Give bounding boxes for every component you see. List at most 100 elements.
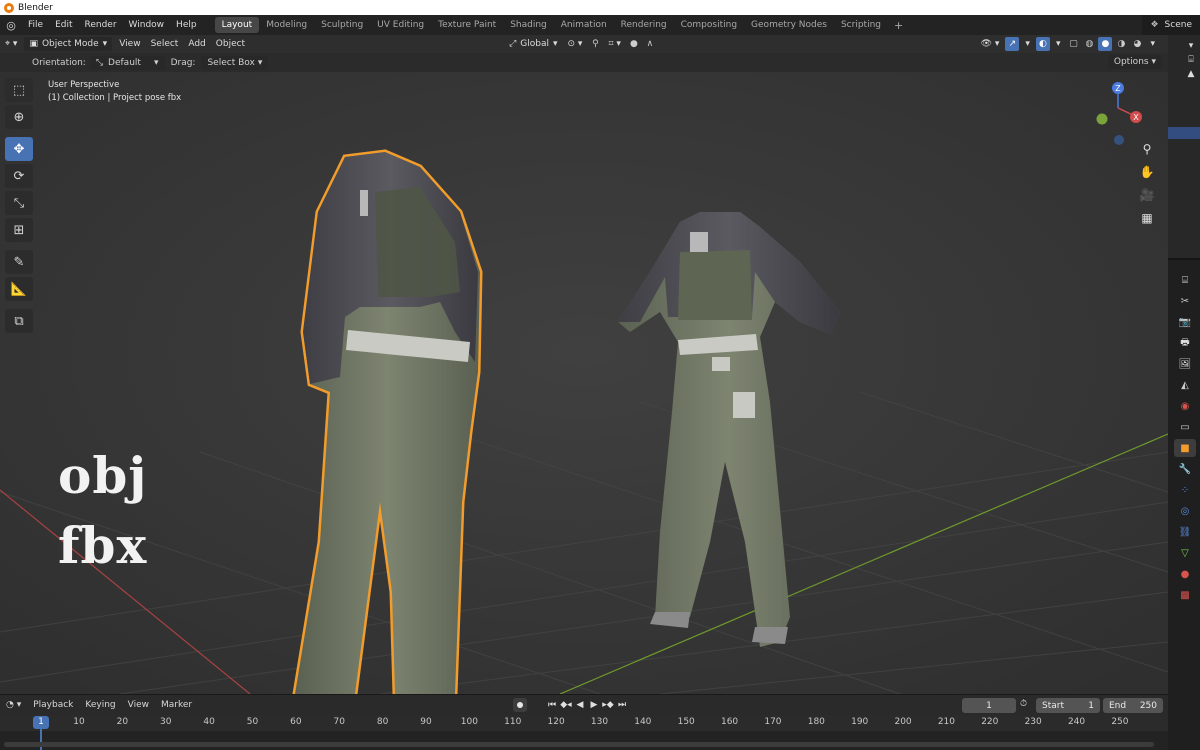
tab-animation[interactable]: Animation <box>554 17 614 33</box>
gizmo-toggle-icon[interactable]: ↗ <box>1005 37 1020 51</box>
object-menu[interactable]: Object <box>211 37 250 51</box>
record-button[interactable] <box>513 698 527 712</box>
menu-file[interactable]: File <box>22 15 49 35</box>
editor-type-icon[interactable]: ⌸ <box>1174 271 1196 289</box>
cursor-tool-icon[interactable]: ⊕ <box>5 105 33 129</box>
proportional-edit-icon[interactable]: ● <box>627 37 641 51</box>
end-frame-field[interactable]: End 250 <box>1103 698 1163 713</box>
object-properties-icon[interactable]: ■ <box>1174 439 1196 457</box>
start-frame-field[interactable]: Start 1 <box>1036 698 1100 713</box>
playback-menu[interactable]: Playback <box>27 700 79 710</box>
orientation-dropdown[interactable]: ⤡ Default ▾ <box>89 55 165 70</box>
drag-dropdown[interactable]: Select Box ▾ <box>201 55 269 70</box>
play-reverse-icon[interactable]: ◀ <box>573 698 587 712</box>
material-properties-icon[interactable]: ● <box>1174 565 1196 583</box>
add-workspace-button[interactable]: + <box>888 19 909 32</box>
jump-start-icon[interactable]: ⏮ <box>545 698 559 712</box>
move-tool-icon[interactable]: ✥ <box>5 137 33 161</box>
gizmo-options-button[interactable]: ▾ <box>1020 37 1035 51</box>
scale-tool-icon[interactable]: ⤡ <box>5 191 33 215</box>
tab-shading[interactable]: Shading <box>503 17 554 33</box>
particles-properties-icon[interactable]: ⁘ <box>1174 481 1196 499</box>
keying-menu[interactable]: Keying <box>79 700 121 710</box>
render-properties-icon[interactable]: 📷 <box>1174 313 1196 331</box>
playhead-frame-indicator[interactable]: 1 <box>33 716 49 729</box>
timeline-editor-icon[interactable]: ◔ ▾ <box>0 700 27 710</box>
tab-modeling[interactable]: Modeling <box>259 17 314 33</box>
tab-layout[interactable]: Layout <box>214 17 260 33</box>
current-frame-field[interactable]: 1 <box>962 698 1016 713</box>
add-menu[interactable]: Add <box>183 37 210 51</box>
wireframe-shading-icon[interactable]: ◍ <box>1082 37 1096 51</box>
rendered-shading-icon[interactable]: ◕ <box>1130 37 1144 51</box>
camera-view-icon[interactable]: 🎥 <box>1138 186 1156 204</box>
add-cube-tool-icon[interactable]: ⧉ <box>5 309 33 333</box>
measure-tool-icon[interactable]: 📐 <box>5 277 33 301</box>
tab-rendering[interactable]: Rendering <box>614 17 674 33</box>
tab-scripting[interactable]: Scripting <box>834 17 888 33</box>
transform-tool-icon[interactable]: ⊞ <box>5 218 33 242</box>
view-menu[interactable]: View <box>114 37 145 51</box>
falloff-icon[interactable]: ∧ <box>643 37 657 51</box>
tool-properties-icon[interactable]: ✂ <box>1174 292 1196 310</box>
select-box-tool-icon[interactable]: ⬚ <box>5 78 33 102</box>
overlays-options-button[interactable]: ▾ <box>1051 37 1066 51</box>
timeline-scrollbar[interactable] <box>4 742 1154 747</box>
collection-properties-icon[interactable]: ▭ <box>1174 418 1196 436</box>
next-keyframe-icon[interactable]: ▸◆ <box>601 698 615 712</box>
blender-menu-icon[interactable]: ◎ <box>0 15 22 35</box>
scene-selector[interactable]: ❖ Scene <box>1142 15 1200 35</box>
outliner-selected-row[interactable] <box>1168 127 1200 139</box>
prev-keyframe-icon[interactable]: ◆◂ <box>559 698 573 712</box>
outliner-panel[interactable]: ▾ ⌸ ▲ <box>1168 35 1200 260</box>
tab-uv-editing[interactable]: UV Editing <box>370 17 431 33</box>
transform-orientation-dropdown[interactable]: ⤢ Global ▾ <box>504 37 562 51</box>
snap-options-button[interactable]: ⌗ ▾ <box>603 37 625 51</box>
tab-geometry-nodes[interactable]: Geometry Nodes <box>744 17 834 33</box>
annotate-tool-icon[interactable]: ✎ <box>5 250 33 274</box>
shading-options-button[interactable]: ▾ <box>1145 37 1160 51</box>
menu-window[interactable]: Window <box>123 15 171 35</box>
material-shading-icon[interactable]: ◑ <box>1114 37 1128 51</box>
data-properties-icon[interactable]: ▽ <box>1174 544 1196 562</box>
tab-texture-paint[interactable]: Texture Paint <box>431 17 503 33</box>
zoom-icon[interactable]: ⚲ <box>1138 140 1156 158</box>
world-properties-icon[interactable]: ◉ <box>1174 397 1196 415</box>
mode-dropdown[interactable]: ▣ Object Mode ▾ <box>24 37 113 51</box>
scene-properties-icon[interactable]: ◭ <box>1174 376 1196 394</box>
physics-properties-icon[interactable]: ◎ <box>1174 502 1196 520</box>
timeline[interactable]: 10 20 30 40 50 60 70 80 90 100 110 120 130 140 150 160 1… <box>0 715 1168 750</box>
marker-menu[interactable]: Marker <box>155 700 198 710</box>
options-dropdown[interactable]: Options ▾ <box>1107 55 1162 69</box>
pivot-point-button[interactable]: ⊙ ▾ <box>563 37 588 51</box>
solid-shading-icon[interactable]: ● <box>1098 37 1113 51</box>
select-menu[interactable]: Select <box>146 37 184 51</box>
filter-icon[interactable]: ⌸ <box>1184 55 1198 67</box>
modifier-properties-icon[interactable]: 🔧 <box>1174 460 1196 478</box>
snap-icon[interactable]: ⚲ <box>588 37 602 51</box>
xray-toggle-icon[interactable]: ▢ <box>1066 37 1080 51</box>
play-icon[interactable]: ▶ <box>587 698 601 712</box>
menu-edit[interactable]: Edit <box>49 15 78 35</box>
tab-sculpting[interactable]: Sculpting <box>314 17 370 33</box>
constraints-properties-icon[interactable]: ⛓ <box>1174 523 1196 541</box>
timeline-view-menu[interactable]: View <box>122 700 155 710</box>
menu-help[interactable]: Help <box>170 15 203 35</box>
tab-compositing[interactable]: Compositing <box>674 17 744 33</box>
frame-ruler[interactable]: 10 20 30 40 50 60 70 80 90 100 110 120 130 140 150 160 1… <box>0 715 1168 731</box>
jump-end-icon[interactable]: ⏭ <box>615 698 629 712</box>
3d-viewport[interactable]: User Perspective (1) Collection | Projec… <box>0 72 1168 694</box>
rotate-tool-icon[interactable]: ⟳ <box>5 164 33 188</box>
menu-render[interactable]: Render <box>79 15 123 35</box>
visibility-button[interactable]: 👁 ▾ <box>976 37 1005 51</box>
ortho-grid-icon[interactable]: ▦ <box>1138 209 1156 227</box>
clock-icon[interactable]: ⏱ <box>1020 699 1027 709</box>
pan-hand-icon[interactable]: ✋ <box>1138 163 1156 181</box>
outliner-display-icon[interactable]: ▾ <box>1184 41 1198 53</box>
scroll-up-icon[interactable]: ▲ <box>1184 69 1198 81</box>
output-properties-icon[interactable]: 🖶 <box>1174 334 1196 352</box>
view-layer-icon[interactable]: 🖼 <box>1174 355 1196 373</box>
editor-type-button[interactable]: ⌖ ▾ <box>0 37 22 51</box>
texture-properties-icon[interactable]: ▩ <box>1174 586 1196 604</box>
overlays-toggle-icon[interactable]: ◐ <box>1035 37 1050 51</box>
